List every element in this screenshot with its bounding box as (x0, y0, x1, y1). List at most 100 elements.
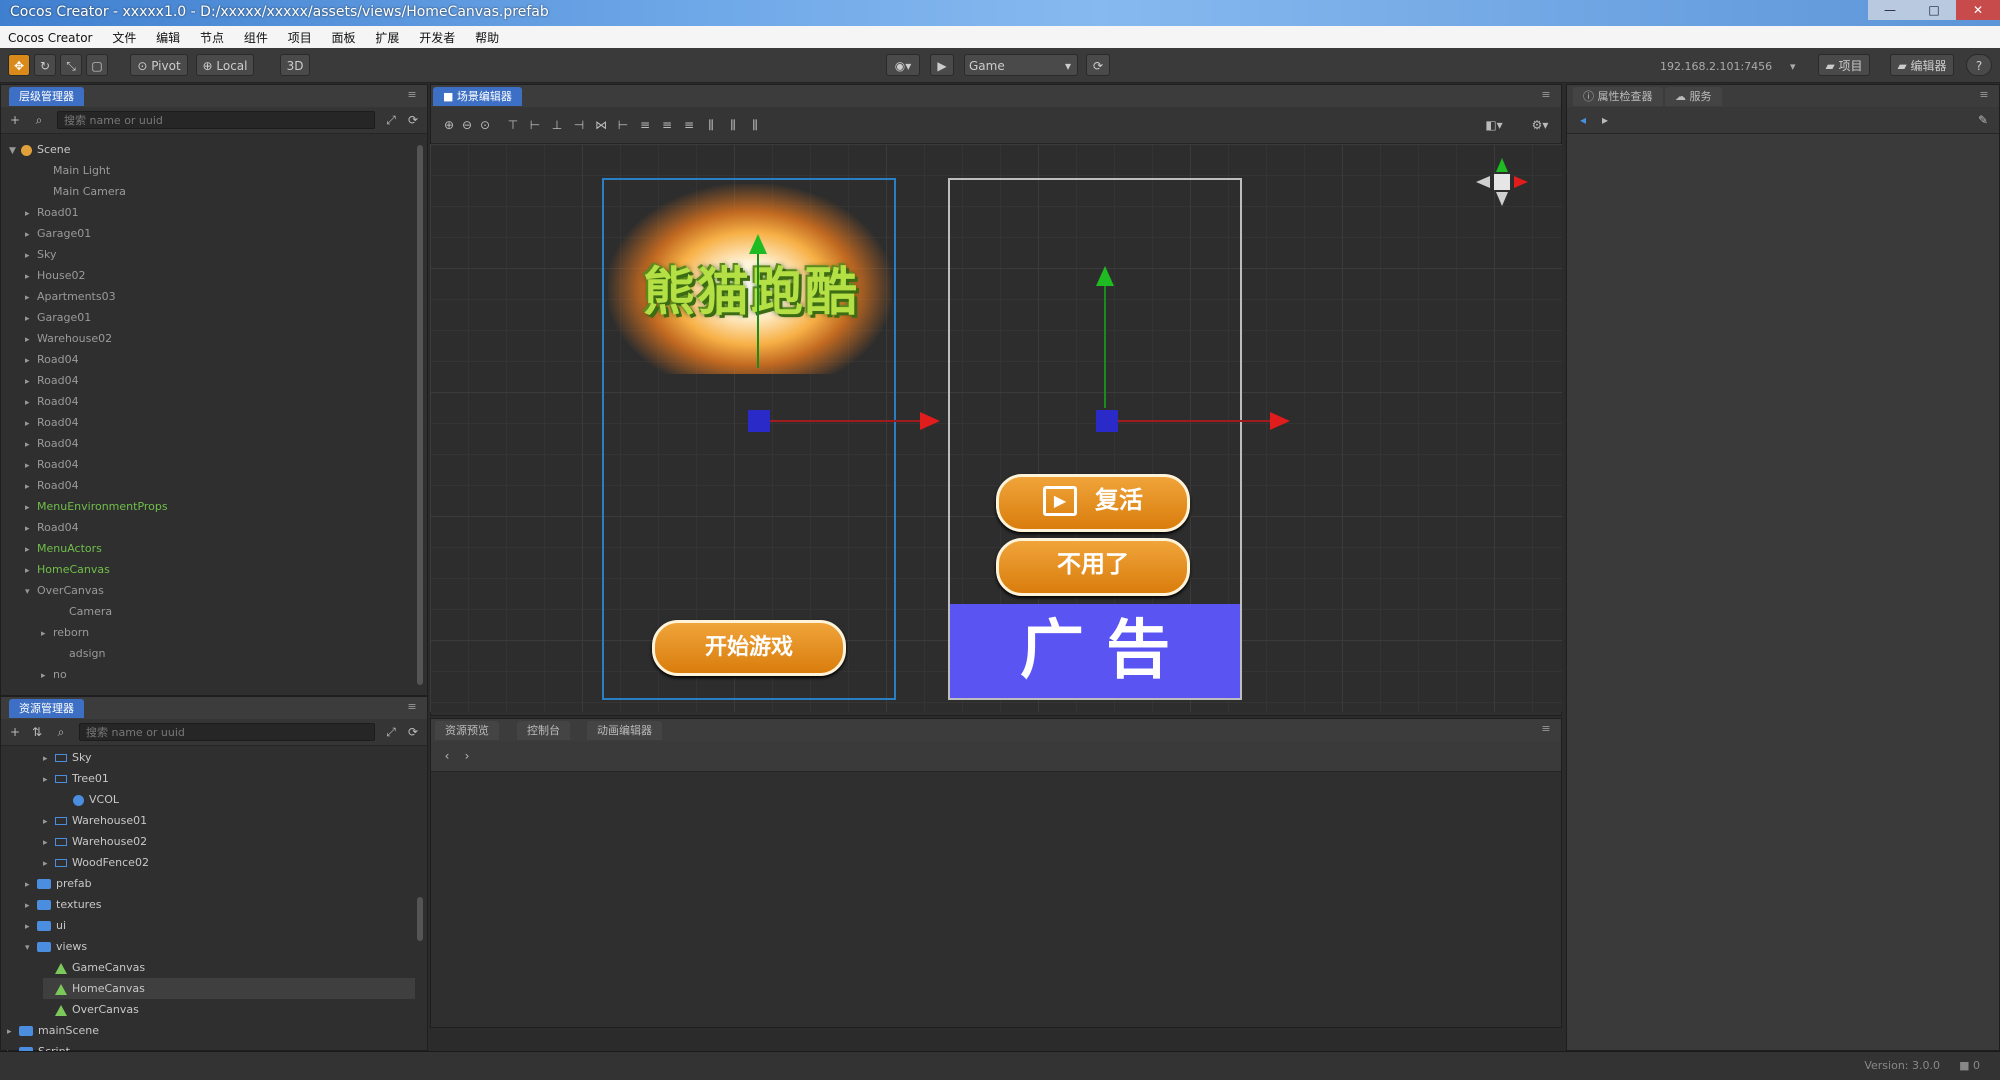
hierarchy-node[interactable]: ▸ Road04 (25, 370, 79, 391)
distribute-right-icon[interactable]: ⫼ (747, 117, 763, 133)
search-icon[interactable]: ⌕ (53, 724, 69, 740)
tab-inspector[interactable]: ⓘ 属性检查器 (1573, 87, 1663, 106)
assets-search-input[interactable]: 搜索 name or uuid (79, 723, 375, 741)
scale-tool-icon[interactable]: ⤡ (60, 54, 82, 76)
hierarchy-node[interactable]: Main Camera (41, 181, 126, 202)
hierarchy-node[interactable]: ▸ Road04 (25, 517, 79, 538)
hierarchy-node[interactable]: ▸ Road04 (25, 475, 79, 496)
hierarchy-node[interactable]: ▸ Garage01 (25, 307, 91, 328)
menu-developer[interactable]: 开发者 (411, 26, 463, 49)
y-axis-arrow-icon[interactable] (1096, 266, 1114, 286)
asset-item[interactable]: ▸ WoodFence02 (43, 852, 149, 873)
menu-panel[interactable]: 面板 (324, 26, 364, 49)
rect-tool-icon[interactable]: ▢ (86, 54, 108, 76)
hierarchy-node[interactable]: adsign (57, 643, 105, 664)
align-left-icon[interactable]: ⊣ (571, 117, 587, 133)
panel-menu-icon[interactable]: ≡ (1977, 88, 1991, 102)
hierarchy-node[interactable]: ▸ Warehouse02 (25, 328, 112, 349)
align-center-icon[interactable]: ⋈ (593, 117, 609, 133)
panel-menu-icon[interactable]: ≡ (1539, 88, 1553, 102)
expand-arrow-icon[interactable]: ▸ (25, 225, 37, 246)
gear-icon[interactable]: ⚙▾ (1527, 117, 1553, 133)
y-axis-arrow-icon[interactable] (749, 234, 767, 254)
expand-arrow-icon[interactable]: ▸ (43, 833, 55, 854)
tab-assets[interactable]: 资源管理器 (9, 699, 84, 718)
preview-target-select[interactable]: Game ▾ (964, 54, 1078, 76)
asset-item[interactable]: ▸ Tree01 (43, 768, 109, 789)
expand-arrow-icon[interactable]: ▸ (25, 246, 37, 267)
menu-node[interactable]: 节点 (192, 26, 232, 49)
expand-arrow-icon[interactable]: ▾ (25, 938, 37, 959)
distribute-top-icon[interactable]: ≡ (637, 117, 653, 133)
align-bottom-icon[interactable]: ⊥ (549, 117, 565, 133)
expand-arrow-icon[interactable]: ▾ (25, 582, 37, 603)
hierarchy-node[interactable]: ▾ OverCanvas (25, 580, 104, 601)
back-icon[interactable]: ‹ (439, 748, 455, 764)
asset-item[interactable]: ▸ Warehouse02 (43, 831, 147, 852)
hierarchy-node[interactable]: ▸ Road04 (25, 433, 79, 454)
refresh-icon[interactable]: ⟳ (405, 724, 421, 740)
expand-arrow-icon[interactable]: ▸ (43, 812, 55, 833)
zoom-out-icon[interactable]: ⊖ (459, 117, 475, 133)
ip-address-label[interactable]: 192.168.2.101:7456 (1660, 60, 1772, 73)
expand-icon[interactable]: ⤢ (383, 724, 399, 740)
forward-icon[interactable]: ▸ (1597, 112, 1613, 128)
menu-extension[interactable]: 扩展 (367, 26, 407, 49)
asset-item[interactable]: ▸ Warehouse01 (43, 810, 147, 831)
asset-item[interactable]: HomeCanvas (43, 978, 415, 999)
hierarchy-node[interactable]: ▸ Road04 (25, 454, 79, 475)
distribute-center-icon[interactable]: ⫼ (725, 117, 741, 133)
expand-arrow-icon[interactable]: ▸ (43, 854, 55, 875)
pivot-toggle[interactable]: ⊙ Pivot (130, 54, 188, 76)
view-orientation-gizmo[interactable] (1474, 158, 1530, 214)
rotate-tool-icon[interactable]: ↻ (34, 54, 56, 76)
hierarchy-node[interactable]: ▸ reborn (41, 622, 89, 643)
tab-asset-preview[interactable]: 资源预览 (435, 721, 499, 740)
scene-viewport[interactable]: 熊猫跑酷 开始游戏 ▶ 复活 不用了 广 告 (430, 144, 1562, 712)
sort-icon[interactable]: ⇅ (29, 724, 45, 740)
distribute-left-icon[interactable]: ⫼ (703, 117, 719, 133)
notification-icon[interactable]: ■ 0 (1959, 1059, 1980, 1072)
revive-button[interactable]: ▶ 复活 (996, 474, 1190, 532)
gizmo-neg-x-arrow-icon[interactable] (1476, 176, 1490, 188)
menu-file[interactable]: 文件 (104, 26, 144, 49)
mode-3d-toggle[interactable]: 3D (280, 54, 310, 76)
asset-item[interactable]: ▸ prefab (25, 873, 92, 894)
expand-arrow-icon[interactable]: ▸ (25, 330, 37, 351)
expand-arrow-icon[interactable]: ▸ (41, 666, 53, 687)
project-button[interactable]: ▰ 项目 (1818, 54, 1870, 76)
forward-icon[interactable]: › (459, 748, 475, 764)
asset-item[interactable]: ▸ ui (25, 915, 66, 936)
pin-icon[interactable]: ✎ (1975, 112, 1991, 128)
refresh-icon[interactable]: ⟳ (1086, 54, 1110, 76)
x-axis-arrow-icon[interactable] (920, 412, 940, 430)
gizmo-y-arrow-icon[interactable] (1496, 158, 1508, 172)
assets-scrollbar[interactable] (417, 897, 423, 941)
panel-menu-icon[interactable]: ≡ (1539, 722, 1553, 736)
tab-hierarchy[interactable]: 层级管理器 (9, 87, 84, 106)
distribute-middle-icon[interactable]: ≡ (659, 117, 675, 133)
move-handle[interactable] (1096, 410, 1118, 432)
refresh-icon[interactable]: ⟳ (405, 112, 421, 128)
hierarchy-search-input[interactable]: 搜索 name or uuid (57, 111, 375, 129)
expand-arrow-icon[interactable]: ▸ (43, 770, 55, 791)
expand-arrow-icon[interactable]: ▸ (25, 393, 37, 414)
add-icon[interactable]: + (7, 724, 23, 740)
expand-arrow-icon[interactable]: ▸ (25, 372, 37, 393)
back-icon[interactable]: ◂ (1575, 112, 1591, 128)
minimize-button[interactable]: — (1868, 0, 1912, 20)
hierarchy-node[interactable]: ▸ HomeCanvas (25, 559, 110, 580)
move-handle[interactable] (748, 410, 770, 432)
align-middle-icon[interactable]: ⊢ (527, 117, 543, 133)
expand-arrow-icon[interactable]: ▸ (25, 561, 37, 582)
expand-arrow-icon[interactable]: ▸ (25, 896, 37, 917)
tab-services[interactable]: ☁ 服务 (1665, 87, 1722, 106)
menu-project[interactable]: 项目 (280, 26, 320, 49)
menu-edit[interactable]: 编辑 (148, 26, 188, 49)
expand-arrow-icon[interactable]: ▸ (7, 1022, 19, 1043)
expand-icon[interactable]: ⤢ (383, 112, 399, 128)
expand-arrow-icon[interactable]: ▸ (25, 519, 37, 540)
expand-arrow-icon[interactable]: ▸ (25, 456, 37, 477)
asset-item[interactable]: OverCanvas (43, 999, 139, 1020)
expand-arrow-icon[interactable]: ▸ (25, 875, 37, 896)
